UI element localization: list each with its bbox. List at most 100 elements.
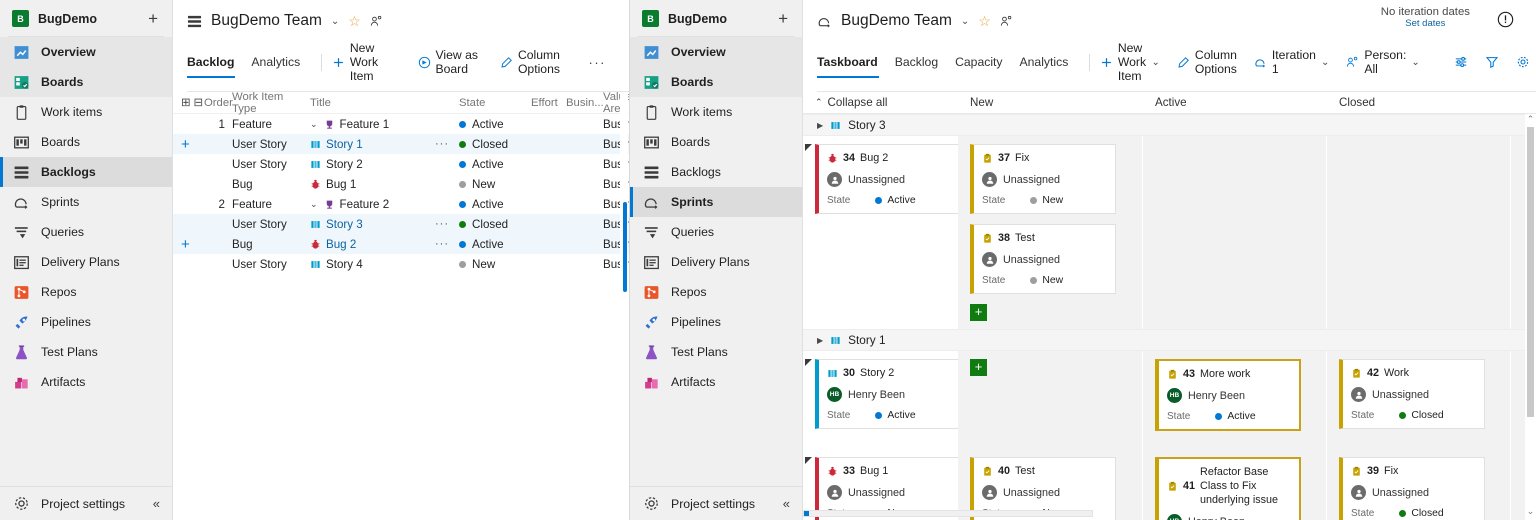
new-work-item-button[interactable]: New Work Item [332, 41, 401, 91]
task-card[interactable]: 43 More work HB Henry Been State Active [1155, 359, 1301, 432]
tab-backlog[interactable]: Backlog [187, 55, 243, 78]
filter-icon[interactable] [1485, 55, 1499, 77]
sidebar-item-delivery-plans[interactable]: Delivery Plans [0, 247, 172, 277]
state-value[interactable]: Active [875, 410, 916, 421]
row-context-menu-icon[interactable]: ··· [435, 218, 459, 230]
collapse-all-button[interactable]: ⌃ Collapse all [803, 96, 958, 109]
swimlane-title[interactable]: Story 3 [848, 118, 885, 132]
add-icon[interactable]: + [148, 10, 162, 27]
iteration-1-button[interactable]: Iteration 1 ⌄ [1254, 48, 1329, 84]
board-hscroll-thumb[interactable] [804, 511, 809, 516]
col-order[interactable]: Order [202, 97, 233, 109]
table-row[interactable]: User StoryStory 2ActiveBusiness [173, 154, 629, 174]
sidebar-item-boards[interactable]: Boards [630, 67, 802, 97]
col-title[interactable]: Title [310, 97, 435, 109]
card-title[interactable]: Fix [1015, 151, 1029, 165]
chevron-down-icon[interactable]: ⌄ [310, 119, 318, 130]
board-vertical-scrollbar[interactable]: ⌃ ⌄ [1525, 114, 1536, 520]
project-settings-item[interactable]: Project settings « [0, 486, 172, 520]
gear-icon[interactable] [1516, 55, 1530, 77]
work-item-title[interactable]: Feature 1 [340, 118, 390, 131]
task-card[interactable]: 38 Test Unassigned State New [970, 224, 1116, 295]
row-add-cell[interactable]: + [173, 237, 202, 252]
backlog-scrollbar[interactable] [620, 92, 628, 520]
card-title[interactable]: Work [1384, 366, 1409, 380]
work-item-title[interactable]: Story 2 [326, 158, 363, 171]
table-row[interactable]: 1Feature⌄Feature 1ActiveBusiness [173, 114, 629, 134]
sidebar-item-sprints[interactable]: Sprints [630, 187, 802, 217]
task-card[interactable]: 41 Refactor Base Class to Fix underlying … [1155, 457, 1301, 520]
project-settings-item[interactable]: Project settings « [630, 486, 802, 520]
sidebar-item-repos[interactable]: Repos [0, 277, 172, 307]
drag-handle[interactable] [805, 144, 812, 151]
column-header-active[interactable]: Active [1143, 96, 1327, 109]
tab-taskboard[interactable]: Taskboard [817, 55, 887, 78]
expand-arrow-icon[interactable]: ▶ [817, 336, 823, 345]
tab-analytics[interactable]: Analytics [1020, 55, 1078, 77]
expand-collapse-controls[interactable]: ⊞ ⊟ [173, 96, 203, 109]
row-context-menu-icon[interactable]: ··· [435, 238, 459, 250]
board-scroll-thumb[interactable] [1527, 127, 1534, 417]
table-row[interactable]: 2Feature⌄Feature 2ActiveBusiness [173, 194, 629, 214]
tab-capacity[interactable]: Capacity [955, 55, 1011, 77]
expand-all-icon[interactable]: ⊞ [181, 96, 190, 109]
add-child-icon[interactable]: + [181, 137, 190, 152]
state-value[interactable]: New [1030, 275, 1063, 286]
sidebar-item-backlogs[interactable]: Backlogs [0, 157, 172, 187]
chevron-down-icon[interactable]: ⌄ [310, 199, 318, 210]
table-row[interactable]: +BugBug 2···ActiveBusiness [173, 234, 629, 254]
sidebar-item-boards[interactable]: Boards [0, 67, 172, 97]
work-item-title[interactable]: Feature 2 [340, 198, 390, 211]
sidebar-item-overview[interactable]: Overview [630, 37, 802, 67]
cell-title[interactable]: Story 2 [310, 158, 435, 171]
star-icon[interactable]: ☆ [348, 13, 361, 30]
state-value[interactable]: Closed [1399, 410, 1444, 421]
backlog-scroll-thumb[interactable] [623, 202, 627, 292]
team-members-icon[interactable] [1000, 15, 1013, 28]
tab-backlog[interactable]: Backlog [895, 55, 947, 77]
work-item-title[interactable]: Story 4 [326, 258, 363, 271]
row-context-menu-icon[interactable]: ··· [435, 138, 459, 150]
card-title[interactable]: Refactor Base Class to Fix underlying is… [1200, 465, 1291, 507]
sidebar-item-work-items[interactable]: Work items [0, 97, 172, 127]
sidebar-item-test-plans[interactable]: Test Plans [630, 337, 802, 367]
column-header-closed[interactable]: Closed [1327, 96, 1511, 109]
chevron-down-icon[interactable]: ⌄ [1321, 57, 1329, 68]
cell-title[interactable]: ⌄ Feature 2 [310, 198, 435, 211]
swimlane-header[interactable]: ▶ Story 1 [803, 329, 1536, 352]
sidebar-item-queries[interactable]: Queries [0, 217, 172, 247]
more-options-button[interactable]: ··· [589, 55, 607, 78]
swimlane-header[interactable]: ▶ Story 3 [803, 114, 1536, 136]
project-name[interactable]: BugDemo [38, 12, 139, 26]
state-value[interactable]: Closed [1399, 508, 1444, 519]
table-row[interactable]: User StoryStory 3···ClosedBusiness [173, 214, 629, 234]
sidebar-item-delivery-plans[interactable]: Delivery Plans [630, 247, 802, 277]
add-task-button[interactable]: + [970, 359, 987, 377]
sidebar-project-header[interactable]: B BugDemo + [0, 0, 172, 36]
sidebar-item-backlogs[interactable]: Backlogs [630, 157, 802, 187]
sidebar-item-boards[interactable]: Boards [0, 127, 172, 157]
tab-analytics[interactable]: Analytics [251, 55, 309, 77]
card-title[interactable]: Fix [1384, 464, 1398, 478]
work-item-title[interactable]: Bug 2 [326, 238, 356, 251]
card-title[interactable]: Story 2 [860, 366, 894, 380]
table-row[interactable]: BugBug 1NewBusiness [173, 174, 629, 194]
chevron-down-icon[interactable]: ⌄ [1411, 57, 1419, 68]
drag-handle[interactable] [805, 457, 812, 465]
cell-title[interactable]: Bug 1 [310, 178, 435, 191]
state-value[interactable]: New [1030, 195, 1063, 206]
task-card[interactable]: 30 Story 2 HB Henry Been State Active [815, 359, 961, 430]
sidebar-project-header[interactable]: B BugDemo + [630, 0, 802, 36]
sidebar-item-artifacts[interactable]: Artifacts [0, 367, 172, 397]
sidebar-item-boards[interactable]: Boards [630, 127, 802, 157]
task-card[interactable]: 39 Fix Unassigned State Closed [1339, 457, 1485, 520]
column-options-button[interactable]: Column Options [1177, 48, 1237, 84]
col-effort[interactable]: Effort [531, 97, 566, 109]
cell-title[interactable]: ⌄ Feature 1 [310, 118, 435, 131]
drag-handle[interactable] [805, 359, 812, 367]
sidebar-item-sprints[interactable]: Sprints [0, 187, 172, 217]
sidebar-item-test-plans[interactable]: Test Plans [0, 337, 172, 367]
work-item-title[interactable]: Story 3 [326, 218, 363, 231]
task-card[interactable]: 42 Work Unassigned State Closed [1339, 359, 1485, 430]
taskboard-team-title[interactable]: BugDemo Team [841, 12, 952, 30]
